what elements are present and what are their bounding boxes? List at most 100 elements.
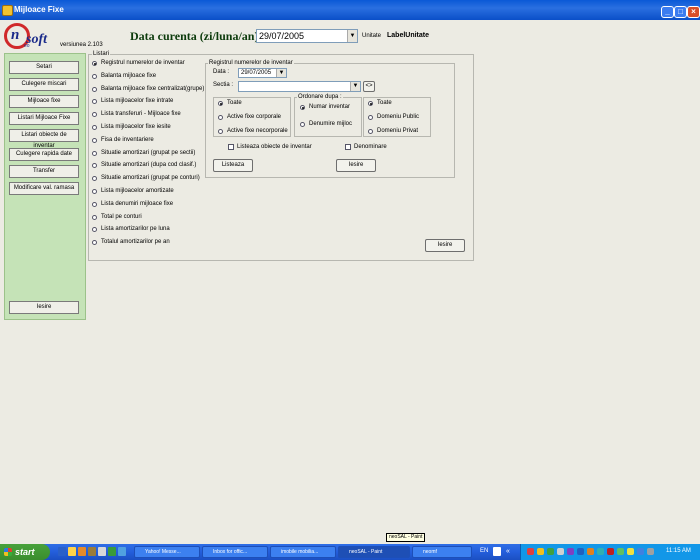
listari-option-label: Balanta mijloace fixe centralizat(grupe) (101, 85, 205, 92)
ordonare-label: Ordonare dupa : (297, 94, 343, 100)
denominare-checkbox[interactable] (345, 144, 351, 150)
listari-mijloace-fixe-button[interactable]: Listari Mijloace Fixe (9, 112, 79, 125)
taskbar-item-imobile[interactable]: imobile mobilia... (270, 546, 336, 558)
listeaza-button[interactable]: Listeaza (213, 159, 253, 172)
listari-option-label: Lista denumiri mijloace fixe (101, 200, 174, 207)
tray-icon-8[interactable] (597, 548, 604, 555)
registru-group-label: Registrul numerelor de inventar (208, 60, 294, 66)
tray-icon-12[interactable] (637, 548, 644, 555)
registru-exit-button[interactable]: Iesire (336, 159, 376, 172)
listari-option-label: Lista mijloacelor fixe iesite (101, 124, 171, 130)
culegere-miscari-button[interactable]: Culegere miscari (9, 78, 79, 91)
current-date-combo[interactable]: 29/07/2005 ▼ (256, 29, 358, 43)
taskbar-item-neomf[interactable]: neomf (412, 546, 472, 558)
tray-icon-2[interactable] (537, 548, 544, 555)
listari-option-radio[interactable] (92, 201, 97, 207)
browse-button[interactable]: <> (363, 81, 375, 92)
domeniu-option-radio[interactable] (368, 101, 373, 106)
quicklaunch-icon-6[interactable] (108, 547, 116, 556)
tray-icon-6[interactable] (577, 548, 584, 555)
tray-icon-1[interactable] (527, 548, 534, 555)
quicklaunch-icon-7[interactable] (118, 547, 126, 556)
tray-icon-9[interactable] (607, 548, 614, 555)
current-date-value: 29/07/2005 (259, 31, 305, 41)
modificare-val-ramasa-button[interactable]: Modificare val. ramasa (9, 182, 79, 195)
sidebar-exit-button[interactable]: Iesire (9, 301, 79, 314)
unitate-label: Unitate (362, 33, 382, 39)
maximize-button[interactable]: □ (674, 6, 687, 18)
mijloace-fixe-button[interactable]: Mijloace fixe (9, 95, 79, 108)
transfer-button[interactable]: Transfer (9, 165, 79, 178)
listari-option-radio[interactable] (92, 125, 97, 130)
listari-option-label: Lista mijloacelor fixe intrate (101, 98, 174, 105)
tray-icon-11[interactable] (627, 548, 634, 555)
tray-icon-7[interactable] (587, 548, 594, 555)
logo-letter: n (11, 27, 20, 43)
expand-tray-icon[interactable]: « (506, 548, 510, 555)
taskbar-tooltip: neoSAL - Paint (386, 533, 426, 542)
quicklaunch-icon-5[interactable] (98, 547, 106, 556)
listari-option-radio[interactable] (92, 137, 97, 143)
tip-active-option-radio[interactable] (218, 129, 223, 134)
listari-option-radio[interactable] (92, 61, 97, 66)
ordonare-option-radio[interactable] (300, 105, 305, 110)
domeniu-option-label: Toate (377, 100, 392, 106)
taskbar-item-yahoo[interactable]: Yahoo! Messe... (134, 546, 200, 558)
listari-obiecte-inventar-button[interactable]: Listari obiecte de inventar (9, 129, 79, 149)
minimize-button[interactable]: _ (661, 6, 674, 18)
language-indicator[interactable]: EN (480, 548, 488, 554)
sidebar: Setari Culegere miscari Mijloace fixe Li… (4, 53, 86, 320)
title-bar[interactable]: Mijloace Fixe _ □ × (0, 0, 700, 20)
quicklaunch-icon-4[interactable] (88, 547, 96, 556)
domeniu-option-radio[interactable] (368, 129, 373, 134)
tray-icon-13[interactable] (647, 548, 654, 555)
clock: 11:15 AM (666, 548, 691, 554)
tray-icon-10[interactable] (617, 548, 624, 555)
culegere-rapida-date-button[interactable]: Culegere rapida date (9, 148, 79, 161)
taskbar-item-paint[interactable]: neoSAL - Paint (338, 546, 410, 558)
quicklaunch-icon-1[interactable] (58, 547, 66, 556)
chevron-down-icon[interactable]: ▼ (350, 82, 360, 91)
version-label: versiunea 2.103 (60, 42, 103, 48)
tray-icon-3[interactable] (547, 548, 554, 555)
start-label: start (15, 547, 35, 557)
listari-option-radio[interactable] (92, 150, 97, 156)
window-title: Mijloace Fixe (14, 5, 64, 14)
panel-exit-button[interactable]: Iesire (425, 239, 465, 252)
listari-option-radio[interactable] (92, 214, 97, 220)
listari-option-label: Situatie amortizari (grupat pe sectii) (101, 149, 196, 156)
domeniu-option-label: Domeniu Privat (377, 128, 419, 134)
listeaza-obiecte-checkbox[interactable] (228, 144, 234, 150)
tray-icon-5[interactable] (567, 548, 574, 555)
listari-option-label: Lista amortizarilor pe luna (101, 226, 170, 233)
ordonare-option-radio[interactable] (300, 122, 305, 127)
ordonare-option-label: Numar inventar (309, 104, 351, 110)
listari-option-radio[interactable] (92, 189, 97, 194)
quicklaunch-icon-3[interactable] (78, 547, 86, 556)
domeniu-option-label: Domeniu Public (377, 114, 420, 120)
close-button[interactable]: × (687, 6, 700, 18)
taskbar-item-inbox[interactable]: Inbox for offic... (202, 546, 268, 558)
logo-text: soft (26, 32, 47, 47)
ordonare-option-label: Denumire mijloc (309, 121, 353, 127)
listari-option-radio[interactable] (92, 86, 97, 92)
listari-option-radio[interactable] (92, 73, 97, 79)
quicklaunch-icon-2[interactable] (68, 547, 76, 556)
unitate-value: LabelUnitate (387, 32, 430, 39)
listari-option-label: Totalul amortizarilor pe an (101, 239, 170, 246)
start-button[interactable]: start (0, 544, 50, 560)
chevron-down-icon[interactable]: ▼ (347, 30, 357, 42)
neosoft-logo: n eo soft (4, 23, 58, 50)
sectia-combo[interactable]: ▼ (238, 81, 361, 92)
tray-icon-4[interactable] (557, 548, 564, 555)
tip-active-option-radio[interactable] (218, 101, 223, 106)
domeniu-option-radio[interactable] (368, 115, 373, 120)
listeaza-obiecte-label: Listeaza obiecte de inventar (237, 144, 312, 150)
setari-button[interactable]: Setari (9, 61, 79, 74)
listari-option-label: Situatie amortizari (grupat pe conturi) (101, 175, 200, 182)
help-icon[interactable] (493, 547, 501, 556)
listari-option-label: Lista transferuri - Mijloace fixe (101, 111, 181, 118)
data-field[interactable]: 29/07/2005 ▼ (238, 68, 287, 78)
tip-active-option-radio[interactable] (218, 115, 223, 120)
chevron-down-icon[interactable]: ▼ (276, 69, 286, 77)
